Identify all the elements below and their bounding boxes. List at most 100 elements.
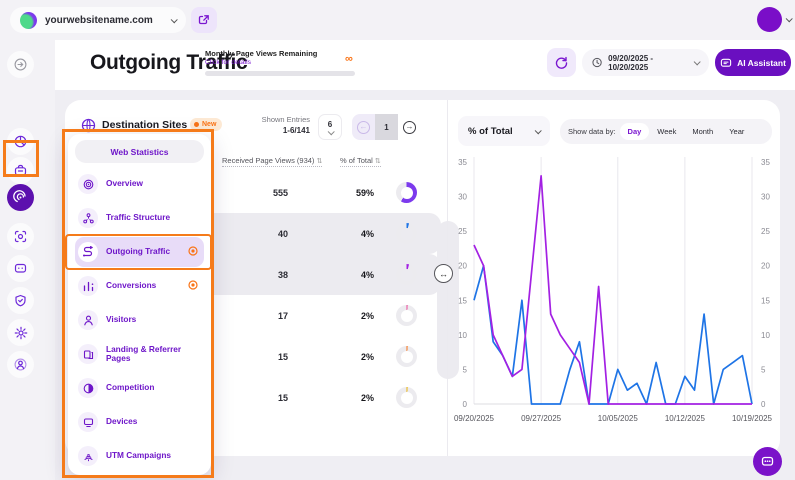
collapse-sidebar-button[interactable] <box>7 51 34 78</box>
ai-assistant-label: AI Assistant <box>737 58 786 68</box>
percent-donut <box>396 305 417 326</box>
column-header-percent[interactable]: % of Total ⇅ <box>340 156 381 167</box>
shown-entries-label: Shown Entries <box>235 115 310 124</box>
page-header: Outgoing Traffic Monthly Page Views Rema… <box>55 40 795 90</box>
shown-entries: Shown Entries 1-6/141 <box>235 115 310 135</box>
traffic-structure-icon <box>78 208 98 228</box>
svg-text:10/05/2025: 10/05/2025 <box>598 414 639 423</box>
user-avatar[interactable] <box>757 7 782 32</box>
menu-item-label: Conversions <box>106 281 156 290</box>
svg-text:30: 30 <box>761 193 770 202</box>
outgoing-traffic-icon <box>78 242 98 262</box>
svg-text:25: 25 <box>761 227 770 236</box>
conversions-icon <box>78 276 98 296</box>
collapse-icon <box>14 58 27 71</box>
sidebar-item-web-statistics[interactable] <box>7 184 34 211</box>
menu-item-label: Devices <box>106 417 137 426</box>
panel-resize-handle[interactable]: ↔ <box>434 264 453 283</box>
chevron-down-icon <box>535 127 542 134</box>
avatar-chevron-icon[interactable] <box>786 15 793 22</box>
menu-item-label: Landing & Referrer Pages <box>106 345 198 363</box>
chart-area: 09/20/202509/27/202510/05/202510/12/2025… <box>450 152 780 442</box>
refresh-button[interactable] <box>547 48 576 77</box>
tab-month[interactable]: Month <box>684 123 721 140</box>
external-link-button[interactable] <box>191 7 217 33</box>
svg-text:0: 0 <box>761 400 766 409</box>
date-range-picker[interactable]: 09/20/2025 - 10/20/2025 <box>582 49 709 76</box>
svg-text:0: 0 <box>463 400 468 409</box>
percent-of-total-value: 4% <box>288 229 374 239</box>
sidebar-item-security[interactable] <box>7 287 34 314</box>
sort-icon: ⇅ <box>317 158 323 165</box>
prev-page-button[interactable]: ← <box>352 114 375 140</box>
sidebar-item-account[interactable] <box>7 351 34 378</box>
column-header-views[interactable]: Received Page Views (934) ⇅ <box>222 156 322 167</box>
refresh-icon <box>555 56 568 69</box>
sidebar-item-targets[interactable] <box>7 223 34 250</box>
utm-campaigns-icon <box>78 446 98 466</box>
percent-of-total-value: 2% <box>288 393 374 403</box>
show-data-by-tabs: DayWeekMonthYear <box>620 123 753 140</box>
menu-item-devices[interactable]: Devices <box>75 407 204 437</box>
devices-icon <box>78 412 98 432</box>
sidebar-item-analytics[interactable] <box>7 128 34 155</box>
current-page: 1 <box>375 114 398 140</box>
sidebar-item-projects[interactable] <box>7 157 34 184</box>
menu-item-visitors[interactable]: Visitors <box>75 305 204 335</box>
svg-text:10: 10 <box>761 331 770 340</box>
arrow-right-icon: → <box>403 121 416 134</box>
menu-item-landing-referrer-pages[interactable]: Landing & Referrer Pages <box>75 339 204 369</box>
tab-year[interactable]: Year <box>721 123 752 140</box>
menu-item-overview[interactable]: Overview <box>75 169 204 199</box>
menu-item-outgoing-traffic[interactable]: Outgoing Traffic <box>75 237 204 267</box>
tab-week[interactable]: Week <box>649 123 684 140</box>
app-root: yourwebsitename.com <box>0 0 795 480</box>
topbar: yourwebsitename.com <box>0 0 795 40</box>
shown-entries-value: 1-6/141 <box>235 126 310 135</box>
menu-item-utm-campaigns[interactable]: UTM Campaigns <box>75 441 204 471</box>
percent-donut <box>396 387 417 408</box>
sidebar-rail <box>0 40 55 480</box>
traffic-chart: 09/20/202509/27/202510/05/202510/12/2025… <box>450 152 780 442</box>
percent-donut <box>396 346 417 367</box>
target-scan-icon <box>14 230 27 243</box>
percent-donut <box>396 223 417 244</box>
visitors-icon <box>78 310 98 330</box>
menu-item-conversions[interactable]: Conversions <box>75 271 204 301</box>
svg-text:35: 35 <box>761 158 770 167</box>
pagination: ← 1 → <box>352 114 421 140</box>
destination-sites-icon <box>81 118 96 133</box>
ai-assistant-button[interactable]: AI Assistant <box>715 49 791 76</box>
person-pin-icon <box>14 358 27 371</box>
next-page-button[interactable]: → <box>398 114 421 140</box>
svg-text:10/12/2025: 10/12/2025 <box>665 414 706 423</box>
shield-check-icon <box>14 294 27 307</box>
site-name: yourwebsitename.com <box>45 15 163 26</box>
tab-day[interactable]: Day <box>620 123 650 140</box>
sidebar-item-messages[interactable] <box>7 255 34 282</box>
chevron-down-icon <box>694 58 701 65</box>
received-page-views-value: 17 <box>213 311 288 321</box>
target-badge-icon <box>188 280 198 293</box>
page-size-select[interactable]: 6 <box>318 114 342 140</box>
mpv-details-link[interactable]: Click for details <box>205 59 355 66</box>
site-selector[interactable]: yourwebsitename.com <box>10 7 186 33</box>
chat-bubble-icon <box>761 455 774 468</box>
sidebar-item-settings[interactable] <box>7 319 34 346</box>
percent-of-total-value: 2% <box>288 311 374 321</box>
metric-label: % of Total <box>468 126 513 137</box>
clock-icon <box>592 57 602 68</box>
monthly-pageviews-widget: Monthly Page Views Remaining Click for d… <box>205 49 355 76</box>
menu-item-competition[interactable]: Competition <box>75 373 204 403</box>
support-chat-button[interactable] <box>753 447 782 476</box>
menu-item-label: UTM Campaigns <box>106 451 171 460</box>
metric-dropdown[interactable]: % of Total <box>458 116 550 146</box>
web-statistics-icon <box>13 190 28 205</box>
ai-chat-icon <box>720 57 732 69</box>
svg-text:25: 25 <box>458 227 467 236</box>
mpv-progress-bar <box>205 71 355 76</box>
svg-text:15: 15 <box>458 296 467 305</box>
new-badge: New <box>190 118 222 131</box>
menu-item-traffic-structure[interactable]: Traffic Structure <box>75 203 204 233</box>
menu-item-label: Visitors <box>106 315 136 324</box>
